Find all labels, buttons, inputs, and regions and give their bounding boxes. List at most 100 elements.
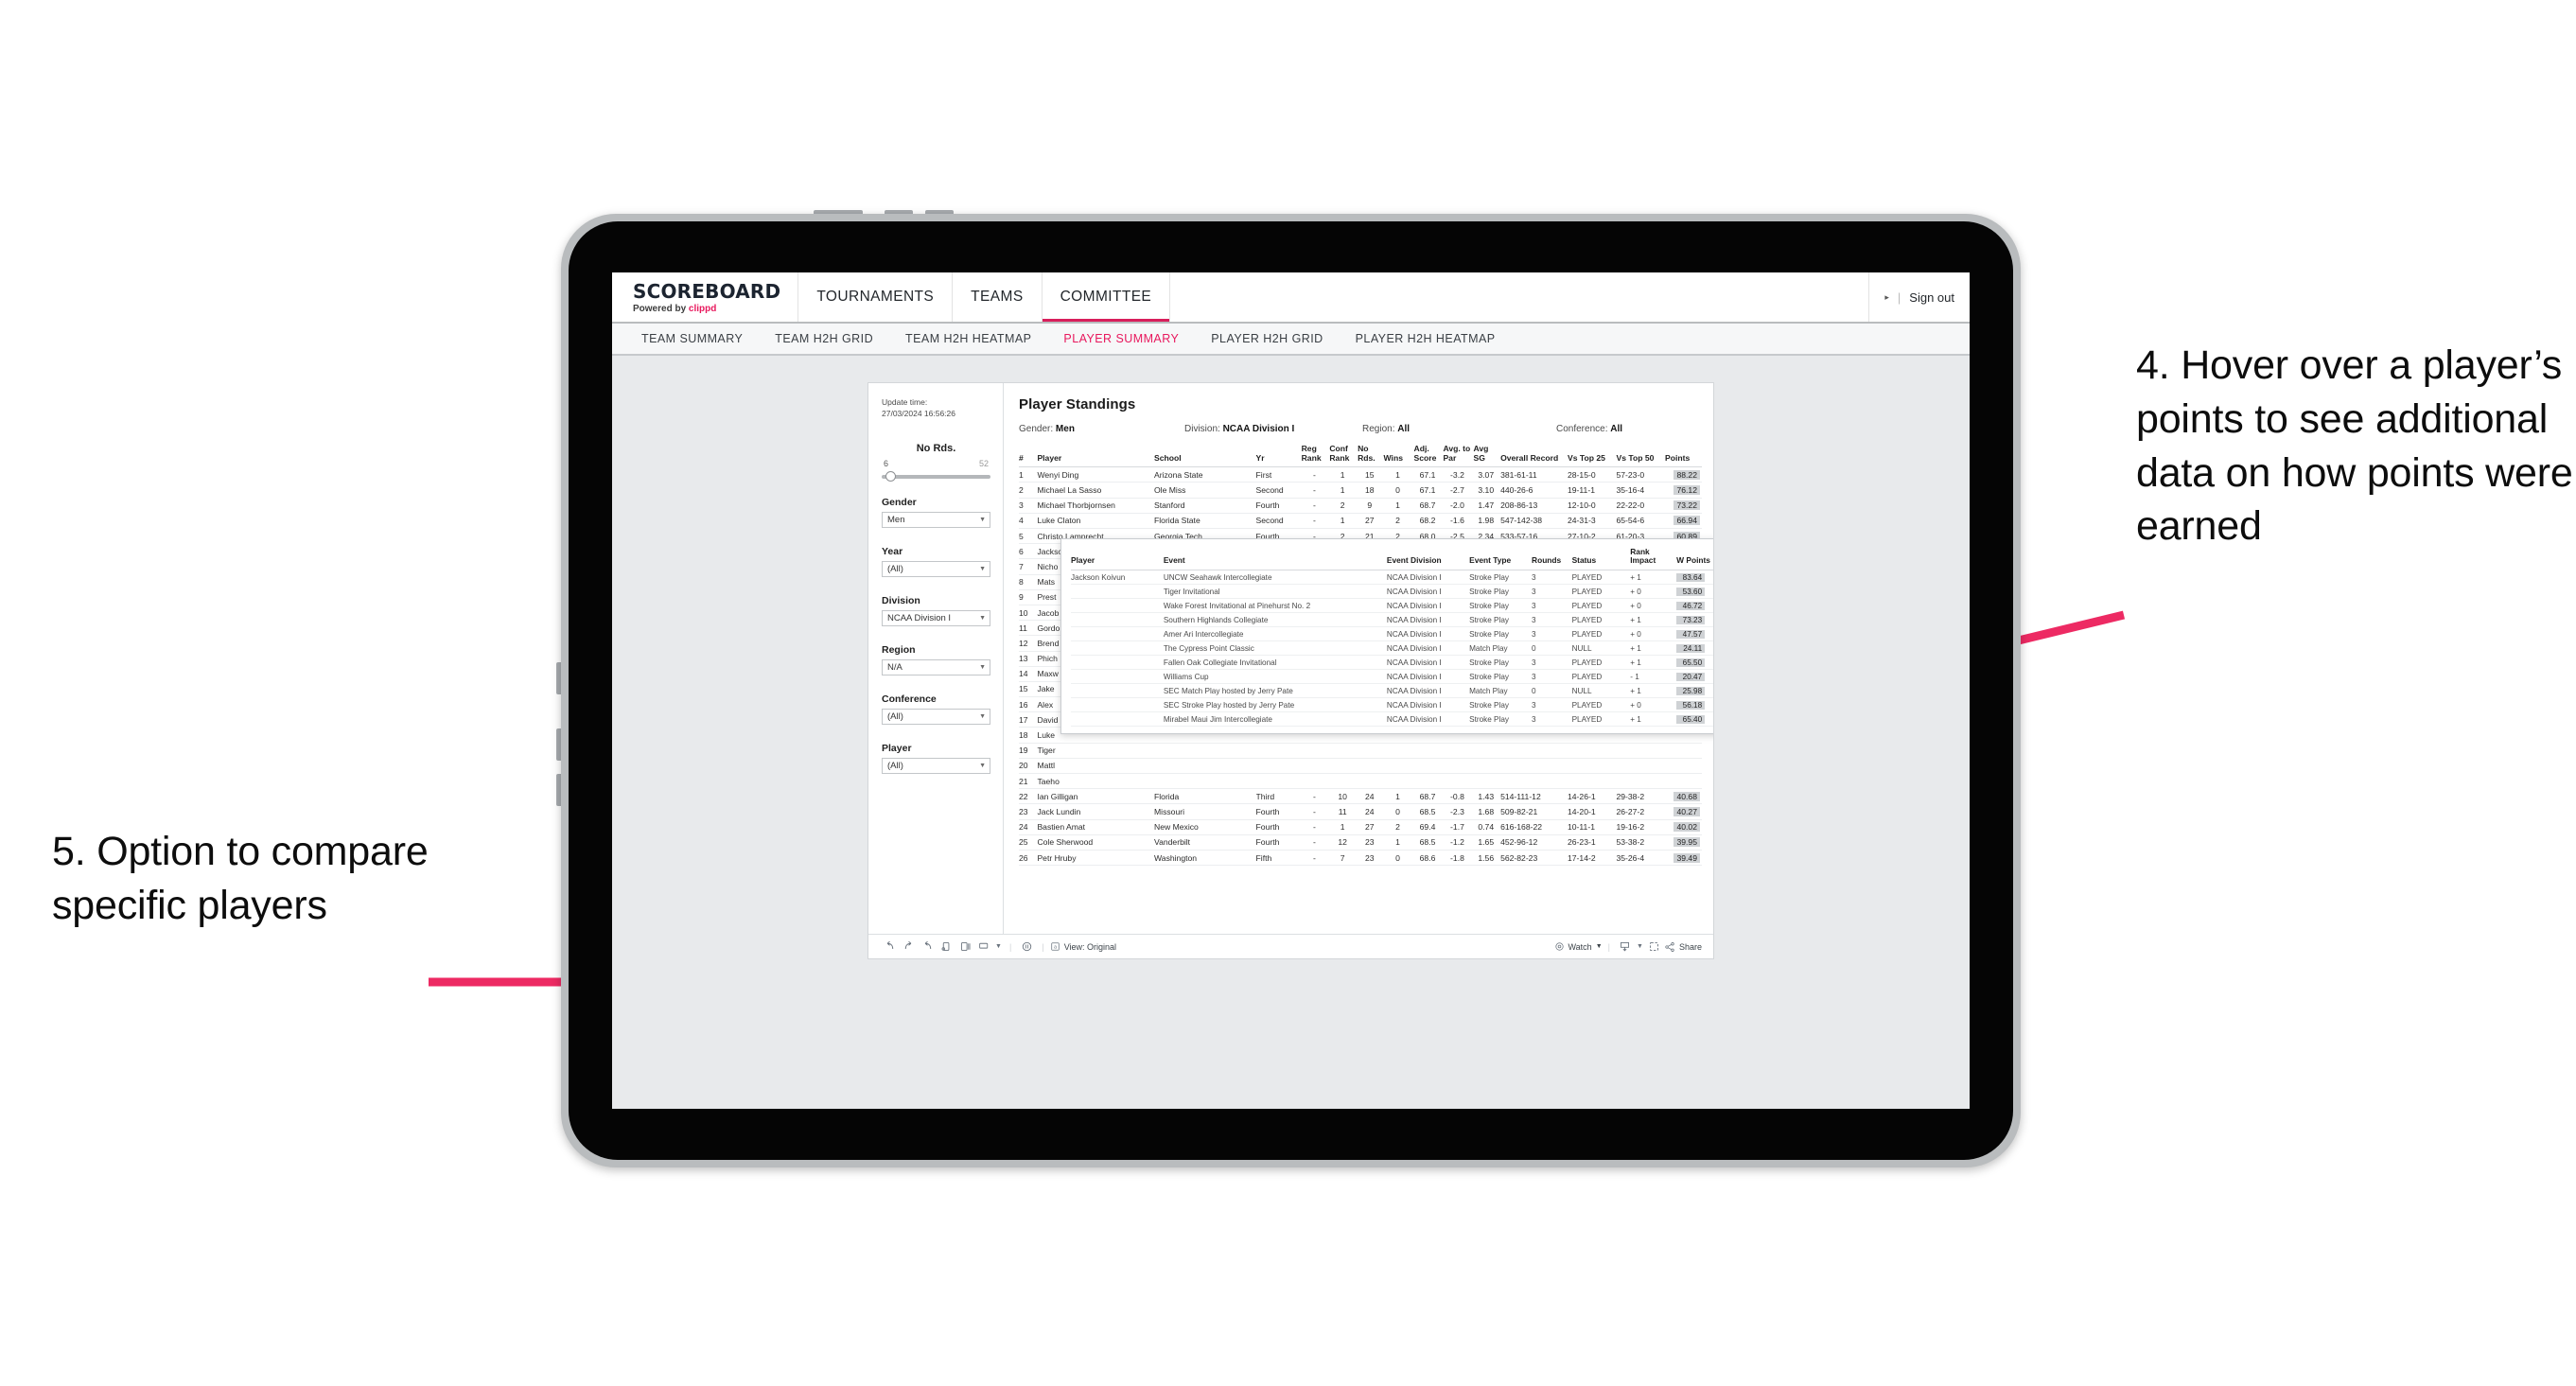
filter-year-select[interactable]: (All) ▼ (882, 560, 990, 577)
filter-player-select[interactable]: (All) ▼ (882, 757, 990, 774)
col-adj-score[interactable]: Adj. Score (1413, 444, 1444, 468)
comment-dropdown-icon[interactable]: ▼ (993, 939, 1004, 956)
cell-points[interactable]: 66.94 (1664, 513, 1702, 530)
tab-team-h2h-grid[interactable]: TEAM H2H GRID (759, 332, 889, 345)
cell-points[interactable] (1664, 773, 1702, 790)
fullscreen-icon[interactable] (1645, 939, 1664, 956)
cell-points[interactable]: 76.12 (1664, 482, 1702, 499)
no-rounds-max: 52 (978, 458, 989, 468)
tab-team-h2h-heatmap[interactable]: TEAM H2H HEATMAP (889, 332, 1047, 345)
chevron-down-icon: ▼ (979, 614, 986, 622)
tt-cell-player (1071, 584, 1164, 600)
tt-cell-wpoints: 65.50 (1676, 655, 1713, 671)
revert-icon[interactable] (918, 939, 937, 956)
tt-cell-wpoints: 83.64 (1676, 570, 1713, 586)
cell-points[interactable]: 40.02 (1664, 819, 1702, 835)
brand-logo[interactable]: SCOREBOARD Powered by clippd (612, 272, 799, 322)
cell-conf-rank: 1 (1329, 819, 1358, 835)
table-row[interactable]: 24 Bastien Amat New Mexico Fourth -1 27 2 69.4-… (1019, 819, 1702, 835)
filter-region-select[interactable]: N/A ▼ (882, 658, 990, 675)
cell-player: Mattl (1037, 758, 1154, 775)
cell-conf-rank (1329, 743, 1358, 759)
tab-player-summary[interactable]: PLAYER SUMMARY (1047, 332, 1195, 345)
col-school[interactable]: School (1154, 445, 1256, 468)
cell-avg-sg (1473, 773, 1501, 790)
refresh-icon[interactable] (937, 939, 955, 956)
table-row[interactable]: 4 Luke Claton Florida State Second -1 27 2 68.2… (1019, 513, 1702, 530)
filter-gender-value: Men (887, 514, 905, 525)
col-player[interactable]: Player (1037, 445, 1154, 468)
undo-icon[interactable] (880, 939, 899, 956)
topnav-tournaments[interactable]: TOURNAMENTS (798, 272, 954, 322)
table-row[interactable]: 20 Mattl (1019, 758, 1702, 775)
chevron-right-icon[interactable]: ▸ (1884, 292, 1889, 303)
cell-avg-sg: 1.43 (1473, 788, 1501, 805)
col-points[interactable]: Points (1664, 445, 1702, 468)
view-original-button[interactable]: a View: Original (1050, 941, 1116, 952)
no-rounds-slider-handle[interactable] (885, 470, 896, 482)
tt-cell-player (1071, 640, 1164, 657)
col-reg-rank[interactable]: Reg Rank (1301, 444, 1330, 468)
topnav-teams[interactable]: TEAMS (953, 272, 1043, 322)
cell-player: Taeho (1037, 773, 1154, 790)
cell-points[interactable] (1664, 743, 1702, 759)
cell-points[interactable]: 40.27 (1664, 803, 1702, 820)
tab-player-h2h-grid[interactable]: PLAYER H2H GRID (1195, 332, 1339, 345)
cell-adj-score (1413, 773, 1444, 790)
col-wins[interactable]: Wins (1383, 445, 1414, 468)
cell-school: Vanderbilt (1154, 834, 1256, 851)
col-vs-top-25[interactable]: Vs Top 25 (1568, 445, 1617, 468)
table-row[interactable]: 21 Taeho (1019, 773, 1702, 790)
table-row[interactable]: 19 Tiger (1019, 743, 1702, 759)
filter-division-select[interactable]: NCAA Division I ▼ (882, 609, 990, 626)
watch-button[interactable]: Watch ▼ (1554, 941, 1603, 952)
col-avg-to-par[interactable]: Avg. to Par (1443, 444, 1474, 468)
pause-auto-update-icon[interactable] (1017, 939, 1036, 956)
cell-vs-top-25: 14-26-1 (1568, 788, 1617, 805)
table-row[interactable]: 25 Cole Sherwood Vanderbilt Fourth -12 23 1 68.… (1019, 834, 1702, 851)
brand-clippd: clippd (688, 304, 717, 314)
meta-conference: Conference: All (1556, 424, 1622, 434)
col-avg-sg[interactable]: Avg SG (1473, 444, 1501, 468)
col-conf-rank[interactable]: Conf Rank (1329, 444, 1358, 468)
table-row[interactable]: 2 Michael La Sasso Ole Miss Second -1 18 0 67.1… (1019, 482, 1702, 499)
col-overall-record[interactable]: Overall Record (1500, 445, 1568, 468)
table-row[interactable]: 1 Wenyi Ding Arizona State First -1 15 1 67.1 -3… (1019, 466, 1702, 483)
sign-out-link[interactable]: Sign out (1909, 290, 1954, 305)
col-no-rds[interactable]: No Rds. (1358, 444, 1384, 468)
cell-points[interactable]: 40.68 (1664, 788, 1702, 805)
no-rounds-slider[interactable] (882, 470, 990, 482)
dashboard-body: Update time: 27/03/2024 16:56:26 No Rds.… (868, 383, 1713, 934)
download-dropdown-icon[interactable]: ▼ (1635, 939, 1645, 956)
cell-yr: Fourth (1255, 498, 1302, 514)
table-row[interactable]: 26 Petr Hruby Washington Fifth -7 23 0 68.6 -1.8… (1019, 850, 1702, 867)
points-tooltip: Player Event Event Division Event Type R… (1060, 538, 1713, 735)
cell-rank: 10 (1019, 605, 1038, 622)
table-row[interactable]: 3 Michael Thorbjornsen Stanford Fourth -2 9 1 6… (1019, 498, 1702, 514)
tab-team-summary[interactable]: TEAM SUMMARY (625, 332, 759, 345)
comment-icon[interactable] (974, 939, 993, 956)
filter-gender-select[interactable]: Men ▼ (882, 511, 990, 528)
share-button[interactable]: Share (1664, 941, 1702, 953)
cell-points[interactable]: 88.22 (1664, 466, 1702, 483)
dashboard-card: Update time: 27/03/2024 16:56:26 No Rds.… (867, 382, 1714, 959)
col-vs-top-50[interactable]: Vs Top 50 (1616, 445, 1665, 468)
col-yr[interactable]: Yr (1255, 445, 1302, 468)
filter-conference-select[interactable]: (All) ▼ (882, 708, 990, 725)
cell-points[interactable]: 39.95 (1664, 834, 1702, 851)
col-rank[interactable]: # (1019, 445, 1038, 468)
tt-cell-player: Jackson Koivun (1071, 570, 1164, 586)
table-row[interactable]: 22 Ian Gilligan Florida Third -10 24 1 68.7 -0.8… (1019, 788, 1702, 805)
cell-rank: 26 (1019, 850, 1038, 867)
cell-points[interactable]: 39.49 (1664, 850, 1702, 867)
download-icon[interactable] (1616, 939, 1635, 956)
table-row[interactable]: 23 Jack Lundin Missouri Fourth -11 24 0 68.5 -2.… (1019, 803, 1702, 820)
pause-icon[interactable] (955, 939, 974, 956)
cell-rank: 16 (1019, 696, 1038, 713)
topnav-committee[interactable]: COMMITTEE (1043, 272, 1171, 322)
tab-player-h2h-heatmap[interactable]: PLAYER H2H HEATMAP (1340, 332, 1512, 345)
cell-points[interactable]: 73.22 (1664, 498, 1702, 514)
redo-icon[interactable] (899, 939, 918, 956)
chevron-down-icon: ▼ (979, 762, 986, 769)
cell-points[interactable] (1664, 758, 1702, 775)
